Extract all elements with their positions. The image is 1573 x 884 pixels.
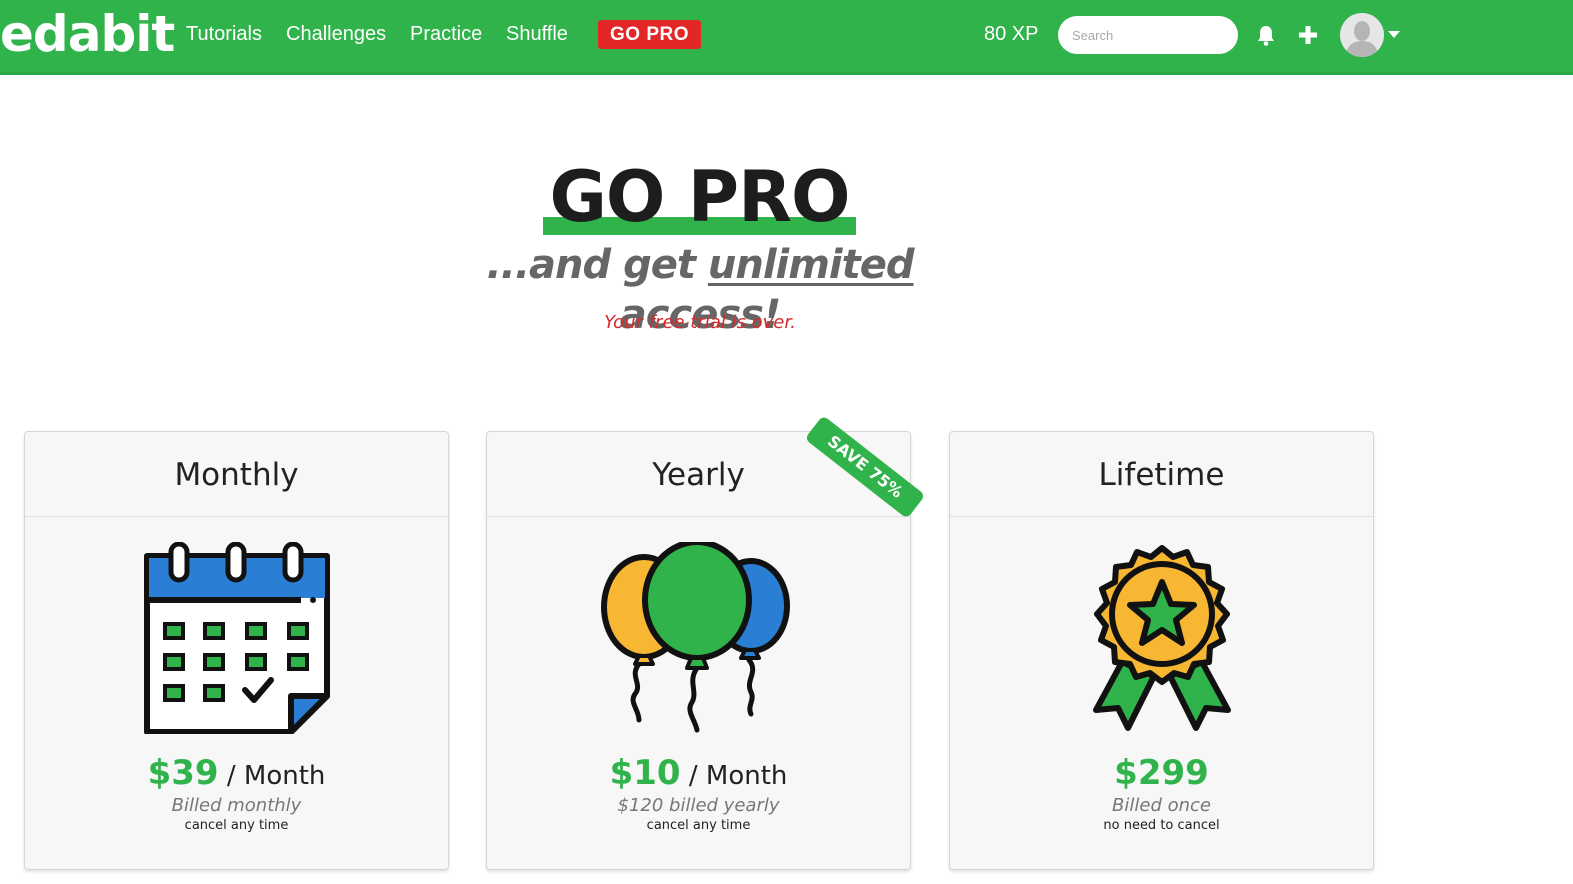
plus-icon[interactable]: [1298, 25, 1318, 50]
avatar[interactable]: [1340, 13, 1384, 57]
plan-price: $39 / Month: [25, 752, 448, 800]
calendar-icon: [25, 542, 448, 734]
price-amount: $299: [1114, 753, 1209, 793]
price-period: / Month: [218, 761, 326, 791]
xp-counter: 80 XP: [984, 23, 1039, 45]
cancel-note: cancel any time: [646, 818, 751, 833]
subtitle-emphasis: unlimited: [707, 242, 915, 288]
nav-link-tutorials[interactable]: Tutorials: [186, 22, 262, 46]
plan-card-yearly[interactable]: Yearly $10 / Month $120 billed yearly ca…: [486, 431, 911, 870]
cancel-note: no need to cancel: [1103, 818, 1220, 833]
trial-over-notice: Your free trial is over.: [604, 312, 796, 333]
balloons-icon: [487, 542, 910, 734]
billing-info: Billed monthly: [171, 795, 302, 816]
cancel-note: cancel any time: [184, 818, 289, 833]
page-title: GO PRO: [549, 156, 850, 238]
billing-info: $120 billed yearly: [617, 795, 780, 816]
top-navbar: edabit Tutorials Challenges Practice Shu…: [0, 0, 1573, 75]
award-badge-icon: [950, 542, 1373, 734]
subtitle-pre: ...and get: [486, 242, 708, 288]
go-pro-button[interactable]: GO PRO: [598, 20, 701, 49]
nav-link-shuffle[interactable]: Shuffle: [506, 22, 568, 46]
price-amount: $10: [609, 753, 681, 793]
nav-link-practice[interactable]: Practice: [410, 22, 482, 46]
nav-link-challenges[interactable]: Challenges: [286, 22, 386, 46]
bell-icon[interactable]: [1256, 24, 1276, 51]
chevron-down-icon[interactable]: [1388, 31, 1400, 38]
search-input[interactable]: [1058, 16, 1238, 54]
plan-title: Monthly: [25, 432, 448, 517]
plan-price: $299: [950, 752, 1373, 800]
plan-card-monthly[interactable]: Monthly $39 / Month Billed monthly cance…: [24, 431, 449, 870]
edabit-logo[interactable]: edabit: [0, 2, 175, 66]
plan-price: $10 / Month: [487, 752, 910, 800]
plan-card-lifetime[interactable]: Lifetime $299 Billed once no need to can…: [949, 431, 1374, 870]
price-period: / Month: [680, 761, 788, 791]
plan-title: Lifetime: [950, 432, 1373, 517]
price-amount: $39: [147, 753, 219, 793]
billing-info: Billed once: [1112, 795, 1211, 816]
